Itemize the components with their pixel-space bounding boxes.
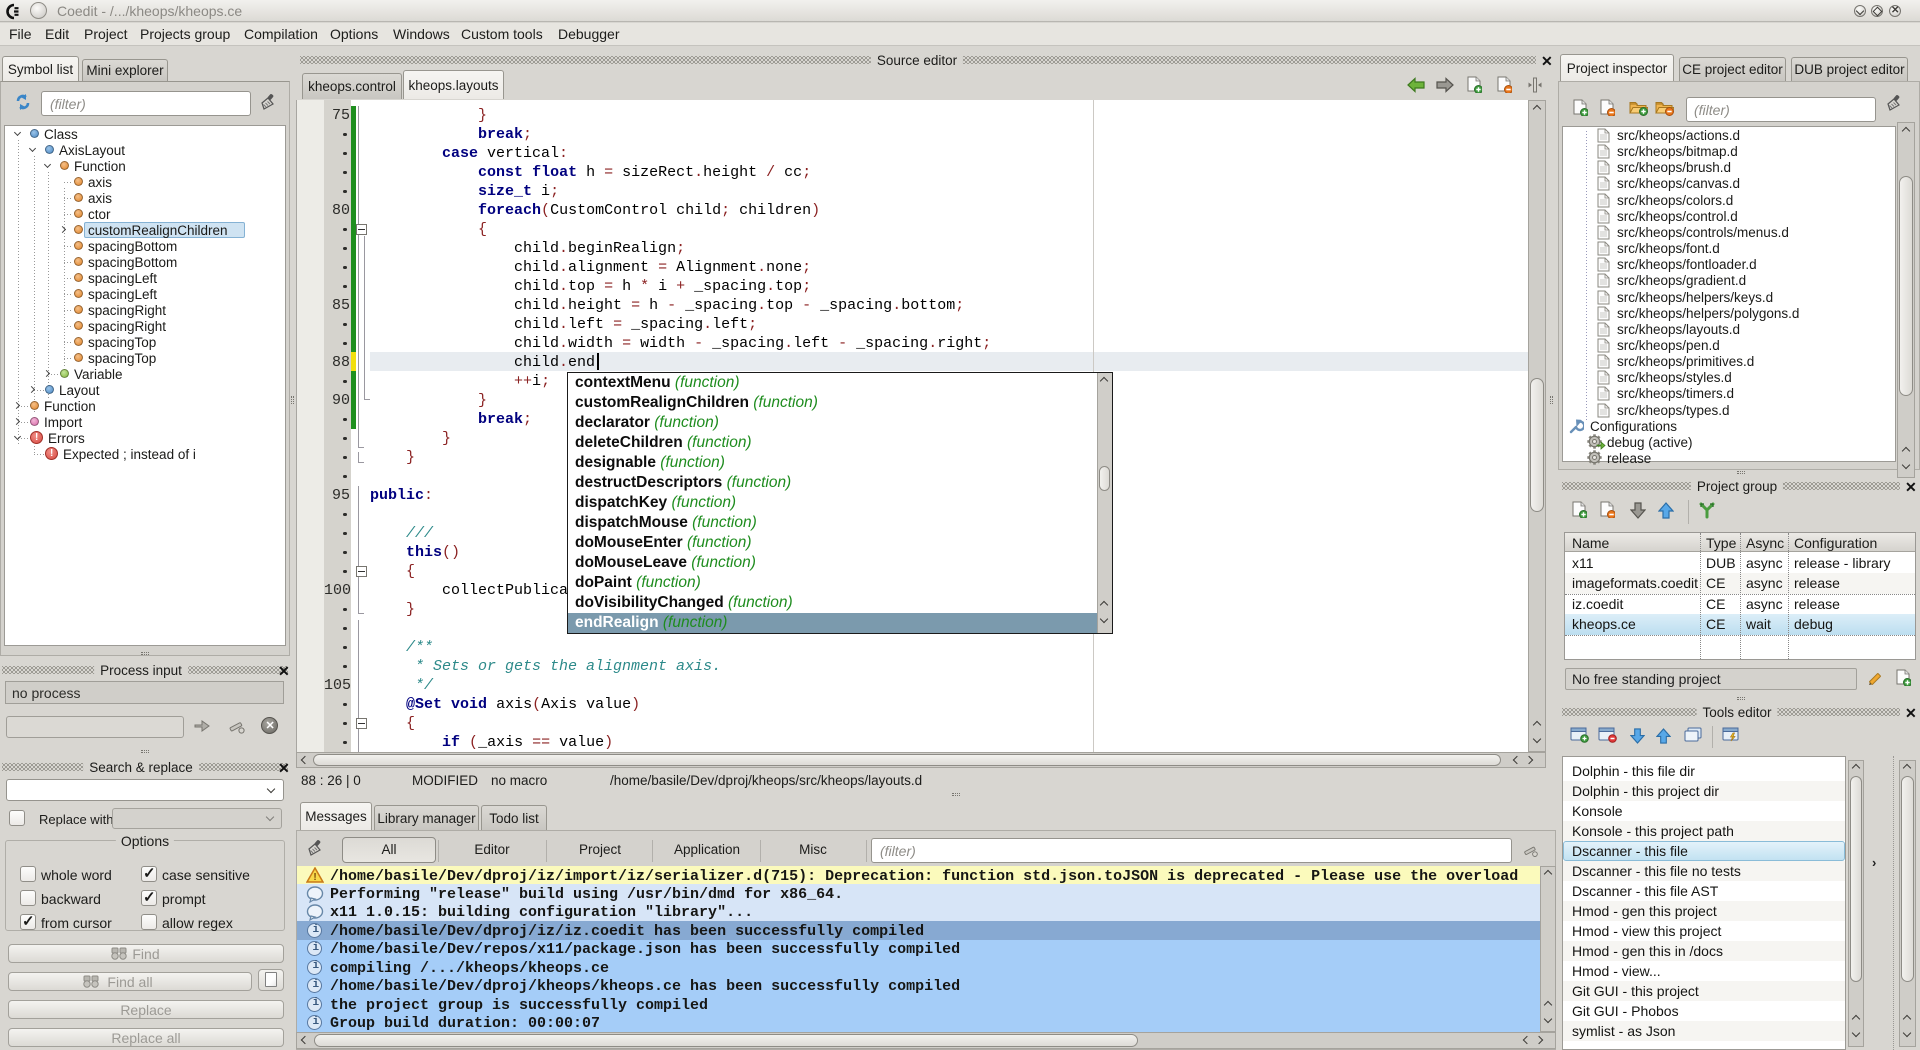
svg-text:!: ! (313, 872, 316, 883)
